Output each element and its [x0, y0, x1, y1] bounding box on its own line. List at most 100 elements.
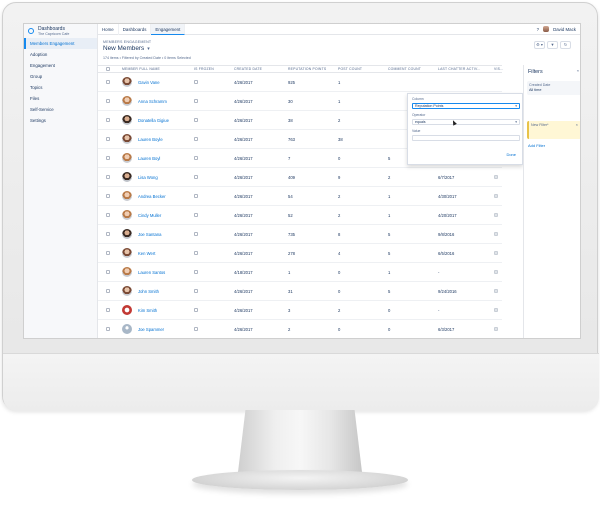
- member-name-link[interactable]: Lauren Boyle: [138, 137, 163, 142]
- row-checkbox[interactable]: [106, 98, 110, 103]
- page-title[interactable]: New Members ▾: [103, 45, 150, 52]
- add-filter-link[interactable]: Add Filter: [528, 143, 545, 148]
- member-name-link[interactable]: Cindy Muller: [138, 213, 161, 218]
- refresh-button[interactable]: ↻: [560, 41, 571, 49]
- col-header-reputation[interactable]: REPUTATION POINTS: [288, 67, 338, 71]
- member-name-link[interactable]: Donatella Gigiue: [138, 118, 169, 123]
- col-header-comments[interactable]: COMMENT COUNT: [388, 67, 438, 71]
- row-checkbox[interactable]: [106, 212, 110, 217]
- post-count-cell: 0: [338, 155, 341, 161]
- sidebar-item[interactable]: Self-Service: [24, 104, 97, 115]
- user-avatar[interactable]: [543, 26, 550, 32]
- row-select-cell: [98, 212, 122, 218]
- member-name-link[interactable]: Gavin Vane: [138, 80, 160, 85]
- frozen-cell: [192, 117, 234, 123]
- table-row[interactable]: John Smith 4/26/2017 31 0 5 9/24/2016: [98, 282, 502, 301]
- remove-filter-icon[interactable]: ×: [576, 122, 578, 127]
- sidebar-item[interactable]: Topics: [24, 82, 97, 93]
- row-checkbox[interactable]: [106, 307, 110, 312]
- member-name-link[interactable]: Lisa Wong: [138, 175, 158, 180]
- page-eyebrow: MEMBERS ENGAGEMENT: [103, 40, 152, 44]
- row-checkbox[interactable]: [106, 136, 110, 141]
- top-nav: Home Dashboards Engagement ? David Mack: [98, 24, 580, 35]
- member-name-link[interactable]: Lauren Boyl: [138, 156, 160, 161]
- post-count-cell: 1: [338, 79, 341, 85]
- member-name-link[interactable]: Lauren Santos: [138, 270, 165, 275]
- monitor-stand-base: [192, 470, 408, 490]
- header-actions: ⚙ ▾ ▼ ↻: [534, 41, 571, 49]
- col-header-visible[interactable]: VIS...: [494, 67, 503, 71]
- row-checkbox[interactable]: [106, 231, 110, 236]
- row-checkbox[interactable]: [106, 155, 110, 160]
- col-header-name[interactable]: MEMBER FULL NAME: [122, 67, 192, 71]
- table-row[interactable]: Joe Spammer 4/26/2017 2 0 0 6/3/2017: [98, 320, 502, 338]
- sidebar-item[interactable]: Members Engagement: [24, 38, 97, 49]
- member-name-link[interactable]: Joe Spammer: [138, 327, 164, 332]
- settings-button[interactable]: ⚙ ▾: [534, 41, 545, 49]
- post-count-cell: 38: [338, 136, 343, 142]
- member-name-link[interactable]: Andrea Becker: [138, 194, 166, 199]
- member-name-link[interactable]: Anna Schramm: [138, 99, 167, 104]
- table-row[interactable]: Lisa Wong 4/26/2017 409 9 2 6/7/2017: [98, 168, 502, 187]
- member-name-link[interactable]: John Smith: [138, 289, 159, 294]
- nav-tab[interactable]: Home: [98, 24, 119, 35]
- col-header-created[interactable]: CREATED DATE: [234, 67, 288, 71]
- sidebar-item[interactable]: Engagement: [24, 60, 97, 71]
- user-name[interactable]: David Mack: [553, 27, 576, 32]
- filter-new[interactable]: New Filter* ×: [527, 121, 580, 139]
- help-icon[interactable]: ?: [537, 27, 539, 32]
- sidebar-item[interactable]: Settings: [24, 115, 97, 126]
- app-title: Dashboards: [38, 25, 65, 32]
- row-select-cell: [98, 155, 122, 161]
- col-header-last-activity[interactable]: LAST CHATTER ACTIV...: [438, 67, 494, 71]
- member-name-link[interactable]: Joe Santana: [138, 232, 162, 237]
- reputation-cell: 925: [288, 79, 295, 85]
- table-row[interactable]: Cindy Muller 4/26/2017 52 2 1 4/20/2017: [98, 206, 502, 225]
- row-select-cell: [98, 174, 122, 180]
- done-button[interactable]: Done: [506, 152, 516, 157]
- frozen-cell: [192, 136, 234, 142]
- collapse-icon[interactable]: «: [577, 68, 579, 73]
- brand[interactable]: Dashboards The Capricorn Cafe: [24, 24, 97, 38]
- last-activity-cell: 6/7/2017: [438, 174, 455, 180]
- post-count-cell: 0: [338, 269, 341, 275]
- created-date-cell: 4/18/2017: [234, 269, 253, 275]
- operator-select[interactable]: equals ▾: [412, 119, 520, 125]
- filter-created-date[interactable]: Created Date All time: [527, 81, 580, 95]
- filter-value-input[interactable]: [412, 135, 520, 141]
- nav-tab[interactable]: Engagement: [151, 24, 186, 35]
- row-checkbox[interactable]: [106, 288, 110, 293]
- table-row[interactable]: Gavin Vane 4/26/2017 925 1: [98, 73, 502, 92]
- row-select-cell: [98, 326, 122, 332]
- row-checkbox[interactable]: [106, 326, 110, 331]
- row-checkbox[interactable]: [106, 269, 110, 274]
- chevron-down-icon[interactable]: ▾: [147, 46, 150, 52]
- sidebar-item[interactable]: Group: [24, 71, 97, 82]
- sidebar-item[interactable]: Files: [24, 93, 97, 104]
- row-checkbox[interactable]: [106, 117, 110, 122]
- frozen-checkbox: [194, 269, 198, 274]
- row-checkbox[interactable]: [106, 79, 110, 84]
- post-count-cell: 4: [338, 250, 341, 256]
- nav-tab[interactable]: Dashboards: [119, 24, 152, 35]
- visible-cell: [494, 326, 502, 332]
- select-all-checkbox[interactable]: [106, 66, 110, 71]
- row-select-cell: [98, 269, 122, 275]
- sidebar-item[interactable]: Adoption: [24, 49, 97, 60]
- col-header-posts[interactable]: POST COUNT: [338, 67, 388, 71]
- row-checkbox[interactable]: [106, 193, 110, 198]
- member-name-link[interactable]: Kim Smith: [138, 308, 157, 313]
- table-row[interactable]: Joe Santana 4/26/2017 735 8 5 9/8/2016: [98, 225, 502, 244]
- table-row[interactable]: Ken Wert 4/26/2017 278 4 5 6/5/2016: [98, 244, 502, 263]
- table-row[interactable]: Kim Smith 4/26/2017 3 2 0 -: [98, 301, 502, 320]
- member-name-link[interactable]: Ken Wert: [138, 251, 155, 256]
- table-row[interactable]: Lauren Santos 4/18/2017 1 0 1 -: [98, 263, 502, 282]
- filter-button[interactable]: ▼: [547, 41, 558, 49]
- row-checkbox[interactable]: [106, 174, 110, 179]
- field-select[interactable]: Reputation Points ▾: [412, 103, 520, 109]
- col-header-frozen[interactable]: IS FROZEN: [192, 67, 234, 71]
- sidebar-nav: Members Engagement Adoption Engagement Grou…: [24, 38, 97, 126]
- row-checkbox[interactable]: [106, 250, 110, 255]
- table-row[interactable]: Andrea Becker 4/26/2017 54 2 1 4/30/2017: [98, 187, 502, 206]
- page-title-text: New Members: [103, 45, 145, 52]
